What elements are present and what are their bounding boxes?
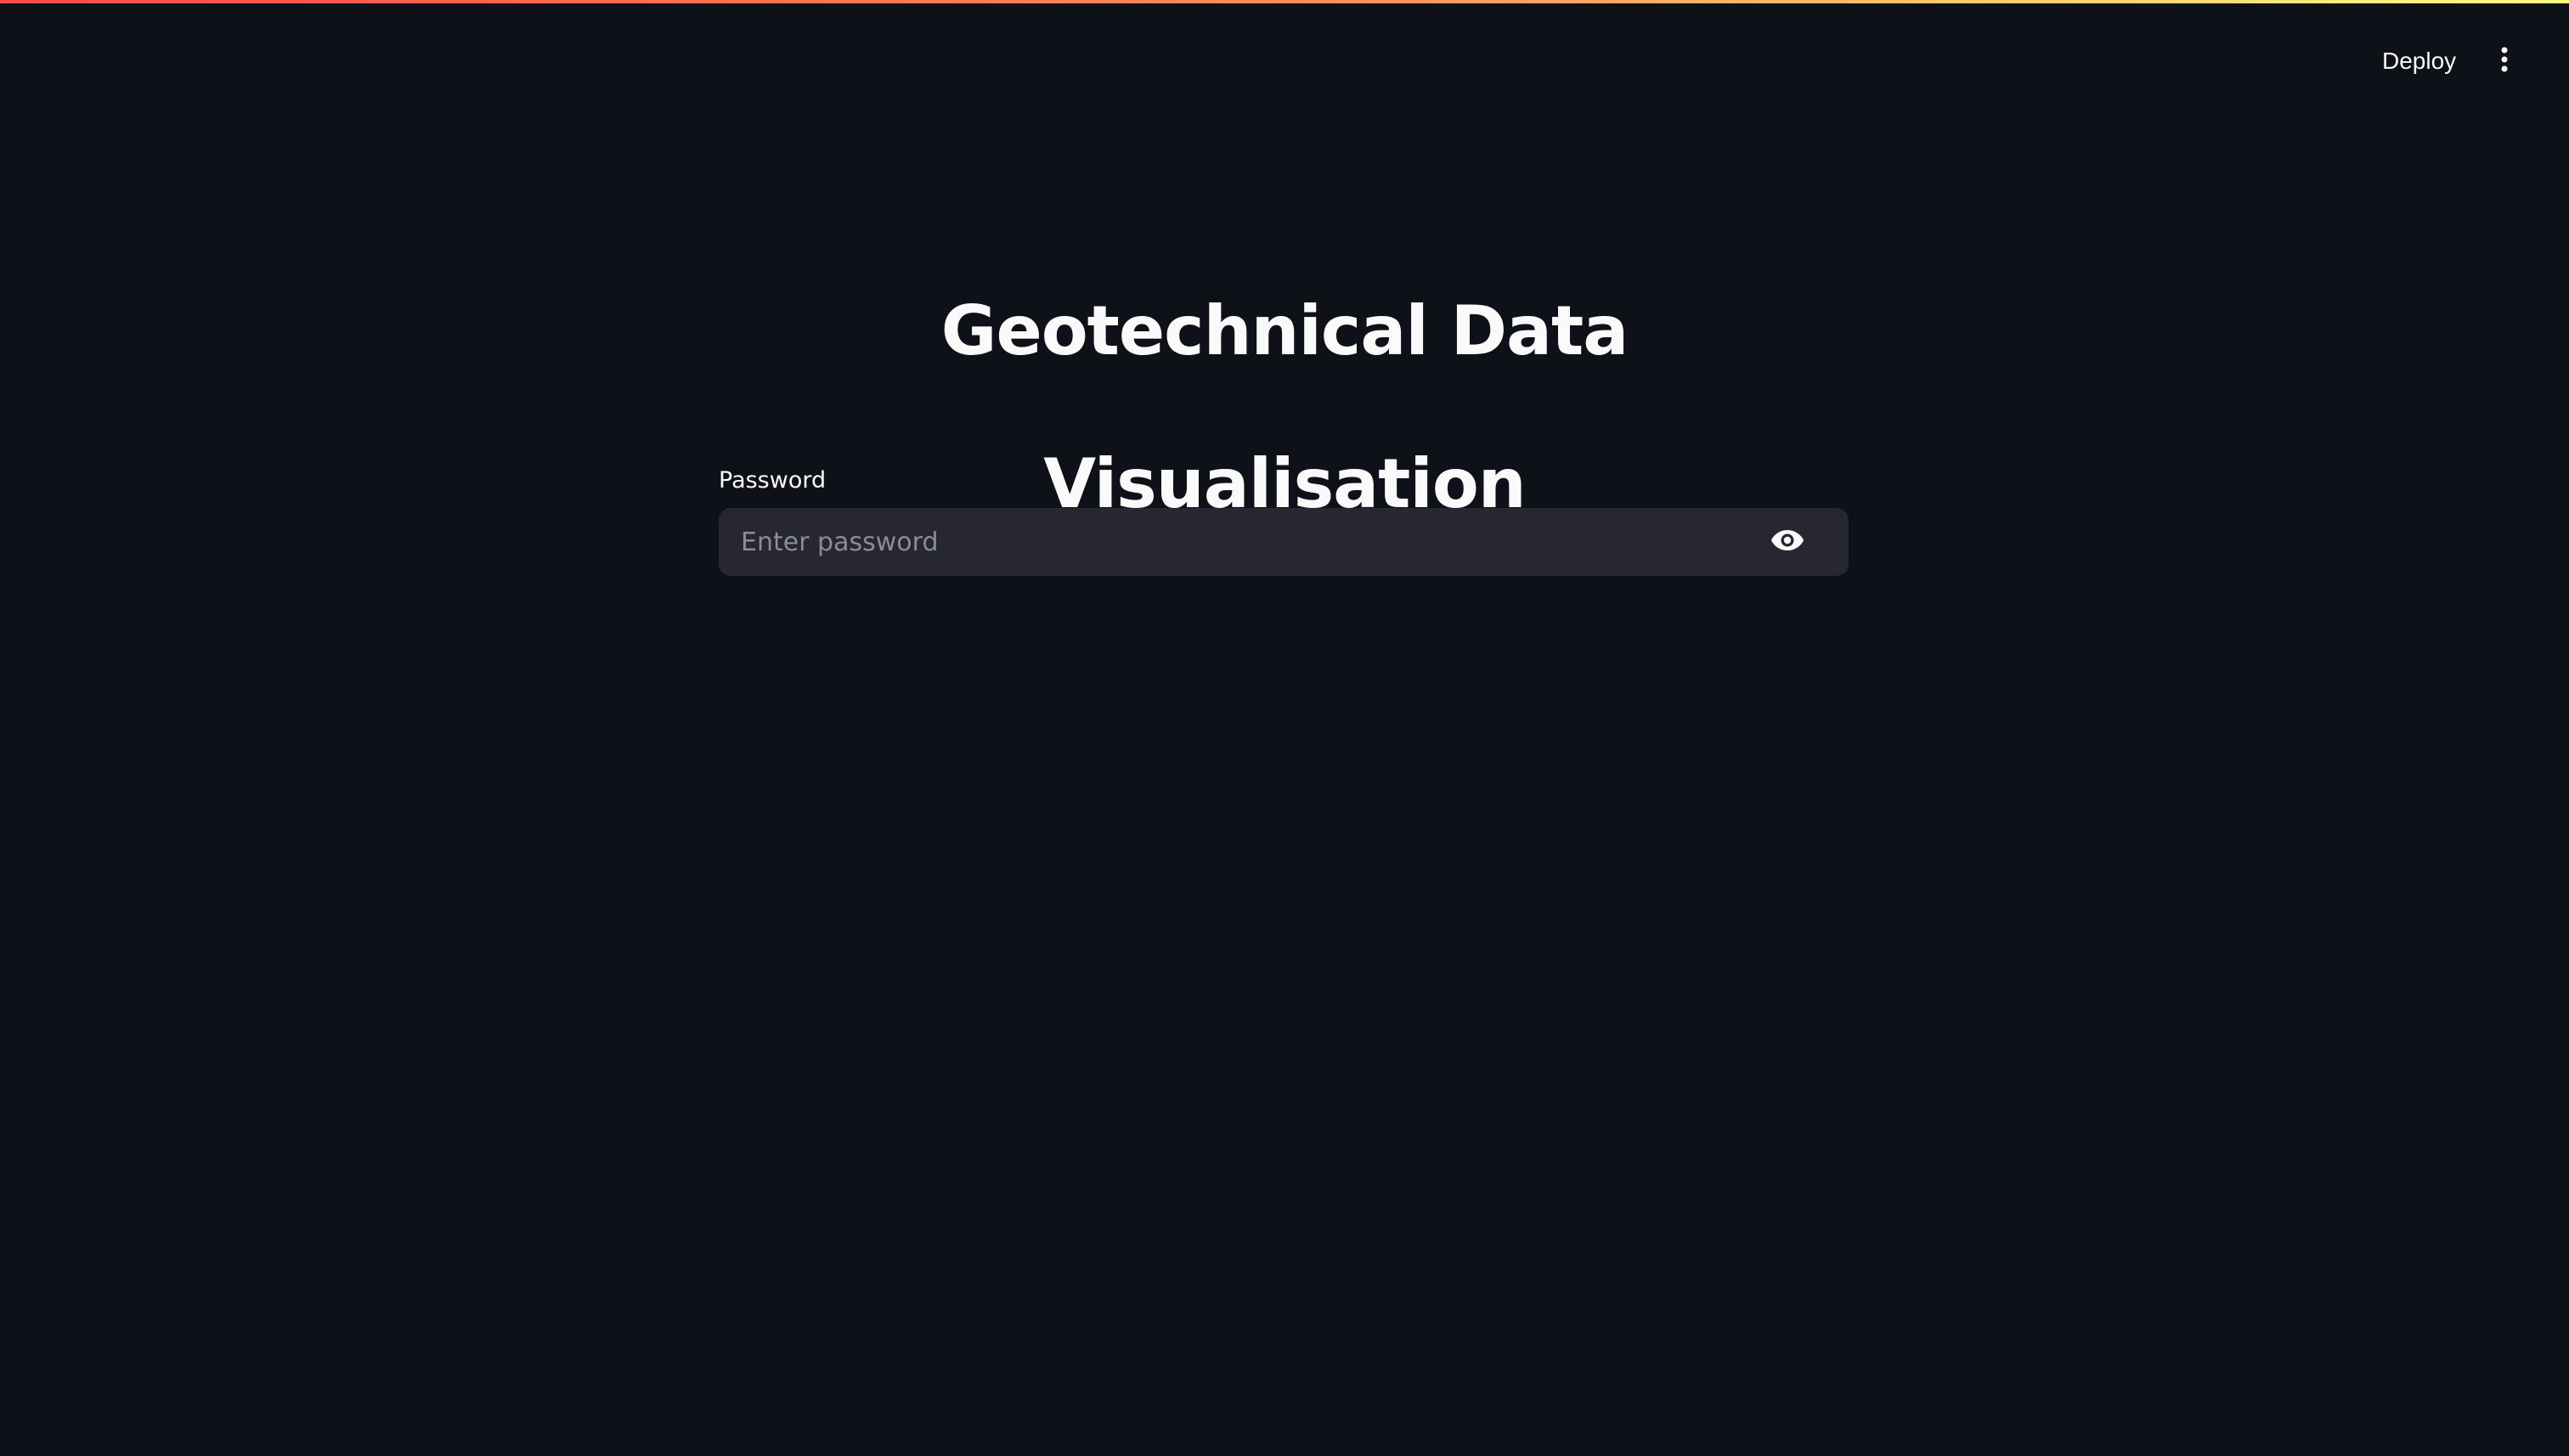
more-vertical-icon xyxy=(2500,47,2509,76)
deploy-button[interactable]: Deploy xyxy=(2369,37,2470,85)
eye-icon xyxy=(1770,528,1804,556)
password-input[interactable] xyxy=(719,508,1753,576)
password-label: Password xyxy=(719,467,827,494)
password-field xyxy=(719,508,1849,576)
main-content: Geotechnical Data Visualisation Password xyxy=(719,255,1850,576)
app-header: Deploy xyxy=(0,0,2569,102)
show-password-button[interactable] xyxy=(1753,508,1821,576)
main-menu-button[interactable] xyxy=(2481,37,2528,85)
